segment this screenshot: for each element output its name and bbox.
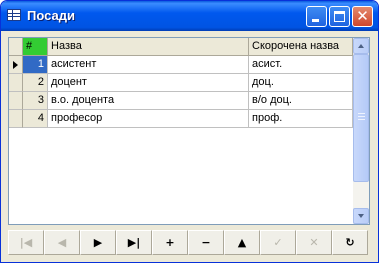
check-icon: ✓ (273, 236, 283, 249)
refresh-icon: ↻ (345, 236, 355, 249)
grid-body: # Назва Скорочена назва 1 асистент асист… (9, 38, 353, 224)
close-icon: ✕ (356, 7, 369, 25)
column-header-name[interactable]: Назва (48, 38, 249, 56)
cancel-icon: ✕ (309, 236, 319, 249)
minimize-icon (312, 19, 319, 22)
row-pointer-icon (13, 61, 18, 69)
table-row[interactable]: 3 в.о. доцента в/о доц. (9, 92, 353, 110)
row-indicator (9, 92, 23, 110)
cell-number[interactable]: 2 (23, 74, 48, 92)
cell-number[interactable]: 1 (23, 56, 48, 74)
next-record-icon: ▶ (93, 236, 103, 249)
delete-record-button[interactable]: − (188, 230, 224, 255)
post-record-button[interactable]: ✓ (260, 230, 296, 255)
table-row[interactable]: 2 доцент доц. (9, 74, 353, 92)
last-record-button[interactable]: ▶| (116, 230, 152, 255)
insert-record-button[interactable]: + (152, 230, 188, 255)
row-indicator (9, 110, 23, 128)
table-row[interactable]: 1 асистент асист. (9, 56, 353, 74)
edit-icon: ▲ (237, 236, 247, 249)
row-indicator (9, 56, 23, 74)
row-indicator (9, 74, 23, 92)
table-row[interactable]: 4 професор проф. (9, 110, 353, 128)
cell-name[interactable]: асистент (48, 56, 249, 74)
cell-number[interactable]: 4 (23, 110, 48, 128)
cell-name[interactable]: доцент (48, 74, 249, 92)
cell-short-name[interactable]: доц. (249, 74, 353, 92)
cell-name[interactable]: професор (48, 110, 249, 128)
scroll-down-button[interactable] (353, 208, 369, 224)
cell-number[interactable]: 3 (23, 92, 48, 110)
edit-record-button[interactable]: ▲ (224, 230, 260, 255)
chevron-up-icon (358, 44, 364, 48)
maximize-button[interactable] (329, 6, 350, 27)
minus-icon: − (201, 236, 211, 249)
vertical-scrollbar[interactable] (353, 38, 369, 224)
first-record-icon: |◀ (19, 236, 33, 249)
refresh-button[interactable]: ↻ (332, 230, 368, 255)
plus-icon: + (165, 236, 175, 249)
cancel-edit-button[interactable]: ✕ (296, 230, 332, 255)
cell-short-name[interactable]: проф. (249, 110, 353, 128)
window-title: Посади (27, 8, 75, 23)
last-record-icon: ▶| (127, 236, 141, 249)
chevron-down-icon (358, 214, 364, 218)
cell-short-name[interactable]: асист. (249, 56, 353, 74)
prior-record-icon: ◀ (57, 236, 67, 249)
close-button[interactable]: ✕ (352, 6, 373, 27)
next-record-button[interactable]: ▶ (80, 230, 116, 255)
scroll-up-button[interactable] (353, 38, 369, 54)
scroll-thumb[interactable] (353, 54, 369, 182)
first-record-button[interactable]: |◀ (8, 230, 44, 255)
cell-short-name[interactable]: в/о доц. (249, 92, 353, 110)
column-header-number[interactable]: # (23, 38, 48, 56)
prior-record-button[interactable]: ◀ (44, 230, 80, 255)
indicator-column-header (9, 38, 23, 56)
table-icon (7, 9, 21, 21)
data-grid: # Назва Скорочена назва 1 асистент асист… (8, 37, 370, 225)
maximize-icon (334, 11, 345, 22)
window: Посади ✕ # Назва Скорочена назва 1 асист… (0, 0, 379, 263)
column-header-short-name[interactable]: Скорочена назва (249, 38, 353, 56)
cell-name[interactable]: в.о. доцента (48, 92, 249, 110)
db-navigator: |◀ ◀ ▶ ▶| + − ▲ ✓ ✕ ↻ (8, 230, 368, 255)
title-bar[interactable]: Посади ✕ (1, 1, 378, 31)
minimize-button[interactable] (306, 6, 327, 27)
